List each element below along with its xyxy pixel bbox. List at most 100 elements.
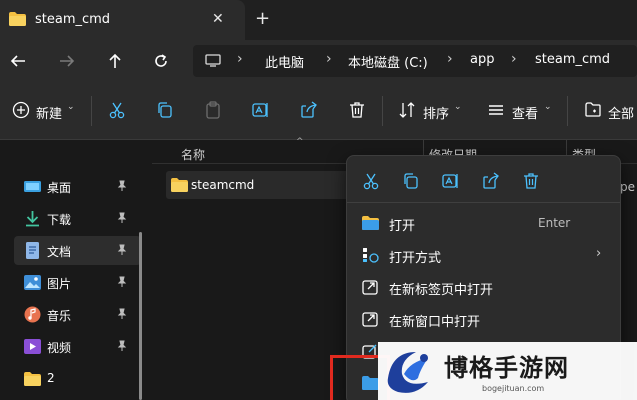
folder-icon <box>171 178 188 192</box>
select-all-icon <box>585 102 601 117</box>
breadcrumb-separator: › <box>326 51 332 67</box>
sidebar-item-documents[interactable]: 文档 <box>14 236 141 265</box>
file-explorer-window: steam_cmd ✕ + › 此电脑 › 本地磁盘 (C:) › app › … <box>0 0 637 400</box>
breadcrumb-this-pc[interactable]: 此电脑 <box>265 52 304 71</box>
sidebar-item-music[interactable]: 音乐 <box>14 300 141 329</box>
new-tab-icon <box>362 280 378 295</box>
sidebar-item-label: 音乐 <box>47 309 72 323</box>
sidebar-item-label: 图片 <box>47 277 72 291</box>
pin-icon[interactable] <box>116 276 128 288</box>
delete-icon[interactable] <box>522 172 540 190</box>
folder-icon <box>24 372 41 386</box>
view-button[interactable]: 查看 <box>512 103 538 122</box>
toolbar-divider <box>382 96 383 126</box>
sidebar-item-pictures[interactable]: 图片 <box>14 268 141 297</box>
chevron-down-icon: ⌄ <box>67 102 75 112</box>
copy-icon[interactable] <box>156 101 174 119</box>
sidebar-item-label: 2 <box>47 371 55 385</box>
chevron-down-icon: ⌄ <box>544 102 552 112</box>
open-with-icon <box>363 248 379 263</box>
sidebar-item-label: 文档 <box>47 245 72 259</box>
tab-bar: steam_cmd ✕ + <box>0 0 637 40</box>
copy-icon[interactable] <box>402 172 420 190</box>
cut-icon[interactable] <box>108 101 126 119</box>
watermark: 博格手游网 bogejituan.com <box>378 342 637 400</box>
new-plus-icon <box>12 101 30 119</box>
sort-button[interactable]: 排序 <box>423 103 449 122</box>
sidebar-item-desktop[interactable]: 桌面 <box>14 172 141 201</box>
view-icon <box>489 105 503 115</box>
menu-item-open-new-window[interactable]: 在新窗口中打开 <box>351 304 616 334</box>
share-icon[interactable] <box>300 101 318 119</box>
breadcrumb-local-disk[interactable]: 本地磁盘 (C:) <box>348 52 428 71</box>
menu-item-label: 打开方式 <box>389 251 442 266</box>
toolbar-divider <box>91 96 92 126</box>
navigation-pane: 桌面 下载 文档 图片 音乐 视频 2 <box>0 140 145 400</box>
tab-title: steam_cmd <box>35 12 111 27</box>
folder-open-icon <box>362 216 379 230</box>
share-icon[interactable] <box>482 172 500 190</box>
table-row[interactable]: steamcmd <box>166 171 366 199</box>
delete-icon[interactable] <box>348 101 366 119</box>
videos-icon <box>24 339 41 354</box>
tab-steam-cmd[interactable]: steam_cmd ✕ <box>0 0 245 40</box>
sidebar-item-folder-2[interactable]: 2 <box>14 364 141 393</box>
music-icon <box>24 306 41 323</box>
navigation-bar: › 此电脑 › 本地磁盘 (C:) › app › steam_cmd <box>0 40 637 82</box>
sort-caret-icon: ^ <box>296 137 304 147</box>
shortcut-label: Enter <box>538 216 571 230</box>
download-icon <box>26 211 39 227</box>
pin-icon[interactable] <box>116 308 128 320</box>
new-window-icon <box>362 312 378 327</box>
pin-icon[interactable] <box>116 340 128 352</box>
sidebar-item-downloads[interactable]: 下载 <box>14 204 141 233</box>
folder-icon <box>9 12 26 26</box>
sidebar-item-label: 下载 <box>47 213 72 227</box>
address-bar[interactable]: › 此电脑 › 本地磁盘 (C:) › app › steam_cmd <box>193 45 637 77</box>
sidebar-scrollbar[interactable] <box>139 232 142 400</box>
menu-item-open-with[interactable]: 打开方式 › <box>351 240 616 270</box>
watermark-url: bogejituan.com <box>482 384 545 393</box>
menu-item-open[interactable]: 打开 Enter <box>351 208 616 238</box>
refresh-icon[interactable] <box>153 53 169 69</box>
rename-icon[interactable] <box>442 172 460 190</box>
column-name[interactable]: 名称 <box>181 146 205 163</box>
paste-icon[interactable] <box>204 101 222 119</box>
menu-item-label: 打开 <box>389 219 416 234</box>
watermark-logo <box>387 352 428 393</box>
close-tab-icon[interactable]: ✕ <box>212 11 224 27</box>
menu-item-open-new-tab[interactable]: 在新标签页中打开 <box>351 272 616 302</box>
chevron-right-icon: › <box>596 246 602 261</box>
breadcrumb-app[interactable]: app <box>470 52 494 67</box>
new-button[interactable]: 新建 <box>36 103 62 122</box>
pin-icon[interactable] <box>116 180 128 192</box>
toolbar-divider <box>567 96 568 126</box>
pin-icon[interactable] <box>116 244 128 256</box>
breadcrumb-separator: › <box>511 51 517 67</box>
select-all-button[interactable]: 全部 <box>608 103 634 122</box>
up-arrow-icon[interactable] <box>107 53 123 69</box>
command-bar: 新建 ⌄ 排序 ⌄ 查看 ⌄ 全部 <box>0 82 637 140</box>
chevron-down-icon: ⌄ <box>454 102 462 112</box>
sidebar-item-label: 视频 <box>47 341 72 355</box>
new-tab-button[interactable]: + <box>255 8 270 29</box>
pictures-icon <box>24 275 41 290</box>
documents-icon <box>26 242 39 259</box>
computer-icon <box>205 54 221 67</box>
breadcrumb-separator: › <box>237 51 243 67</box>
file-type-cell: pe <box>620 180 635 194</box>
breadcrumb-steam-cmd[interactable]: steam_cmd <box>535 52 610 67</box>
menu-divider <box>347 202 620 203</box>
sidebar-item-label: 桌面 <box>47 181 72 195</box>
forward-arrow-icon[interactable] <box>59 53 75 69</box>
cut-icon[interactable] <box>362 172 380 190</box>
menu-item-label: 在新窗口中打开 <box>389 315 481 330</box>
desktop-icon <box>24 181 41 192</box>
rename-icon[interactable] <box>252 101 270 119</box>
pin-icon[interactable] <box>116 212 128 224</box>
sidebar-item-videos[interactable]: 视频 <box>14 332 141 361</box>
sort-icon <box>399 102 415 118</box>
file-name: steamcmd <box>191 178 255 192</box>
back-arrow-icon[interactable] <box>10 53 26 69</box>
menu-item-label: 在新标签页中打开 <box>389 283 494 298</box>
